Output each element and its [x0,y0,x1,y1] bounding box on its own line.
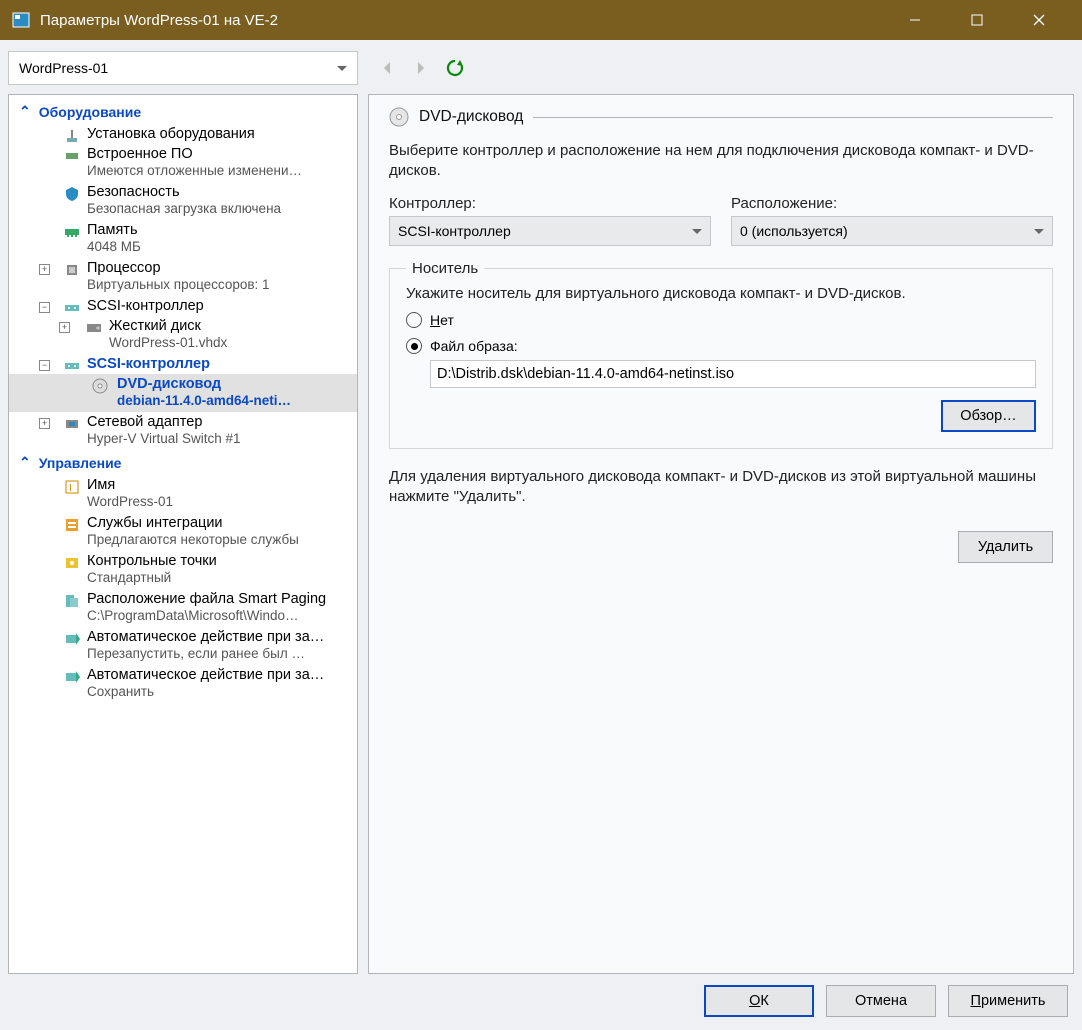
app-icon [12,11,30,29]
tree-scsi-1[interactable]: − SCSI-контроллер [9,296,357,316]
tree-name[interactable]: I Имя WordPress-01 [9,475,357,513]
tree-security[interactable]: Безопасность Безопасная загрузка включен… [9,182,357,220]
section-management[interactable]: ⌃ Управление [9,450,357,475]
autostart-icon [63,630,81,648]
nav-back [374,55,400,81]
dialog-buttons: ОК Отмена Применить [8,974,1074,1022]
media-legend: Носитель [406,260,484,277]
dvd-icon [91,377,109,395]
hardware-icon [63,127,81,145]
window-close[interactable] [1008,0,1070,40]
window-title: Параметры WordPress-01 на VE-2 [40,12,884,29]
chevron-down-icon [337,66,347,71]
content-panel: DVD-дисковод Выберите контроллер и распо… [368,94,1074,974]
tree-checkpoints[interactable]: Контрольные точки Стандартный [9,551,357,589]
collapse-icon[interactable]: − [39,360,50,371]
window-minimize[interactable] [884,0,946,40]
ok-button[interactable]: ОК [704,985,814,1017]
window-maximize[interactable] [946,0,1008,40]
tree-hdd[interactable]: + Жесткий диск WordPress-01.vhdx [9,316,357,354]
nav-forward [408,55,434,81]
tree-integration[interactable]: Службы интеграции Предлагаются некоторые… [9,513,357,551]
location-select[interactable]: 0 (используется) [731,216,1053,246]
paging-icon [63,592,81,610]
controller-select[interactable]: SCSI-контроллер [389,216,711,246]
checkpoint-icon [63,554,81,572]
tree-scsi-2[interactable]: − SCSI-контроллер [9,354,357,374]
refresh-button[interactable] [442,55,468,81]
expand-icon[interactable]: + [39,418,50,429]
disk-icon [85,319,103,337]
media-description: Укажите носитель для виртуального дисков… [406,285,1036,302]
expand-icon[interactable]: + [39,264,50,275]
tree-add-hardware[interactable]: Установка оборудования [9,124,357,144]
chevron-down-icon [1034,229,1044,234]
vm-dropdown[interactable]: WordPress-01 [8,51,358,85]
divider [533,117,1053,118]
section-hardware[interactable]: ⌃ Оборудование [9,99,357,124]
panel-description: Выберите контроллер и расположение на не… [389,141,1053,181]
tree-paging[interactable]: Расположение файла Smart Paging C:\Progr… [9,589,357,627]
services-icon [63,516,81,534]
media-fieldset: Носитель Укажите носитель для виртуально… [389,260,1053,449]
titlebar: Параметры WordPress-01 на VE-2 [0,0,1082,40]
panel-title: DVD-дисковод [419,108,523,126]
tree-dvd[interactable]: DVD-дисковод debian-11.4.0-amd64-neti… [9,374,357,412]
controller-icon [63,299,81,317]
tree-processor[interactable]: + Процессор Виртуальных процессоров: 1 [9,258,357,296]
cpu-icon [63,261,81,279]
tree-autostop[interactable]: Автоматическое действие при за… Сохранит… [9,665,357,703]
radio-icon [406,312,422,328]
cancel-button[interactable]: Отмена [826,985,936,1017]
tree-autostart[interactable]: Автоматическое действие при за… Перезапу… [9,627,357,665]
nic-icon [63,415,81,433]
collapse-icon[interactable]: − [39,302,50,313]
controller-label: Контроллер: [389,195,711,212]
expand-icon[interactable]: + [59,322,70,333]
memory-icon [63,223,81,241]
tree-memory[interactable]: Память 4048 МБ [9,220,357,258]
radio-image[interactable]: Файл образа: [406,338,1036,354]
autostop-icon [63,668,81,686]
apply-button[interactable]: Применить [948,985,1068,1017]
browse-button[interactable]: Обзор… [941,400,1036,432]
settings-tree: ⌃ Оборудование Установка оборудования Вс… [8,94,358,974]
controller-icon [63,357,81,375]
vm-dropdown-value: WordPress-01 [19,60,108,76]
name-icon: I [63,478,81,496]
tree-nic[interactable]: + Сетевой адаптер Hyper-V Virtual Switch… [9,412,357,450]
chevron-up-icon: ⌃ [19,454,31,471]
svg-text:I: I [69,483,72,494]
radio-none[interactable]: Нет [406,312,1036,328]
delete-description: Для удаления виртуального дисковода комп… [389,467,1053,507]
shield-icon [63,185,81,203]
image-path-input[interactable] [430,360,1036,388]
chevron-up-icon: ⌃ [19,103,31,120]
radio-icon [406,338,422,354]
location-label: Расположение: [731,195,1053,212]
dvd-icon [389,107,409,127]
chevron-down-icon [692,229,702,234]
chip-icon [63,147,81,165]
delete-button[interactable]: Удалить [958,531,1053,563]
tree-firmware[interactable]: Встроенное ПО Имеются отложенные изменен… [9,144,357,182]
